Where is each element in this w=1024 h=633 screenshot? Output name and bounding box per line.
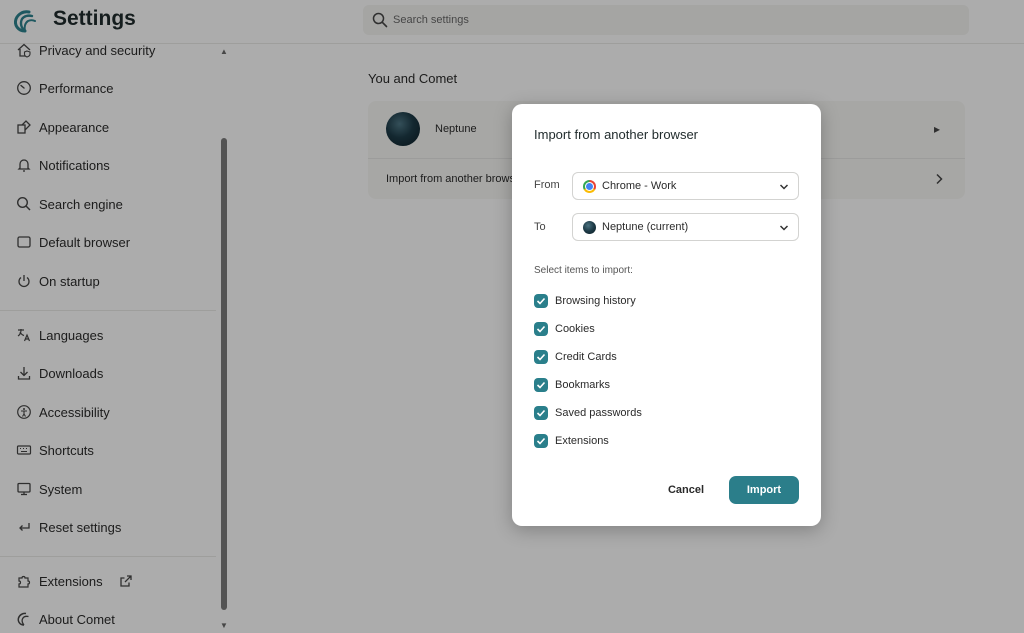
checkmark-icon [536,325,546,333]
checkbox-row[interactable]: Extensions [534,434,794,450]
checkbox-checked[interactable] [534,350,548,364]
cancel-button[interactable]: Cancel [655,477,717,503]
from-select[interactable]: Chrome - Work [572,172,799,200]
checkbox-row[interactable]: Cookies [534,322,794,338]
dialog-title: Import from another browser [534,127,699,142]
checkbox-label: Bookmarks [555,379,611,391]
to-select-value: Neptune (current) [602,221,689,233]
checkmark-icon [536,353,546,361]
checkbox-row[interactable]: Saved passwords [534,406,794,422]
checkbox-label: Saved passwords [555,407,642,419]
checkbox-checked[interactable] [534,434,548,448]
from-select-value: Chrome - Work [602,180,677,192]
neptune-profile-icon [583,221,596,234]
checkbox-label: Browsing history [555,295,636,307]
checkmark-icon [536,409,546,417]
checkmark-icon [536,297,546,305]
checkbox-label: Credit Cards [555,351,617,363]
from-label: From [534,179,560,191]
to-label: To [534,221,546,233]
chrome-icon [583,180,596,193]
checkbox-checked[interactable] [534,322,548,336]
checkbox-checked[interactable] [534,378,548,392]
checkmark-icon [536,381,546,389]
checkbox-checked[interactable] [534,406,548,420]
chevron-down-icon [779,184,789,190]
checkbox-label: Extensions [555,435,609,447]
checkbox-row[interactable]: Browsing history [534,294,794,310]
chevron-down-icon [779,225,789,231]
checkbox-row[interactable]: Credit Cards [534,350,794,366]
import-dialog: Import from another browser From Chrome … [512,104,821,526]
checkbox-label: Cookies [555,323,595,335]
checkmark-icon [536,437,546,445]
items-label: Select items to import: [534,265,633,276]
checkbox-checked[interactable] [534,294,548,308]
to-select[interactable]: Neptune (current) [572,213,799,241]
checkbox-row[interactable]: Bookmarks [534,378,794,394]
import-button[interactable]: Import [729,476,799,504]
